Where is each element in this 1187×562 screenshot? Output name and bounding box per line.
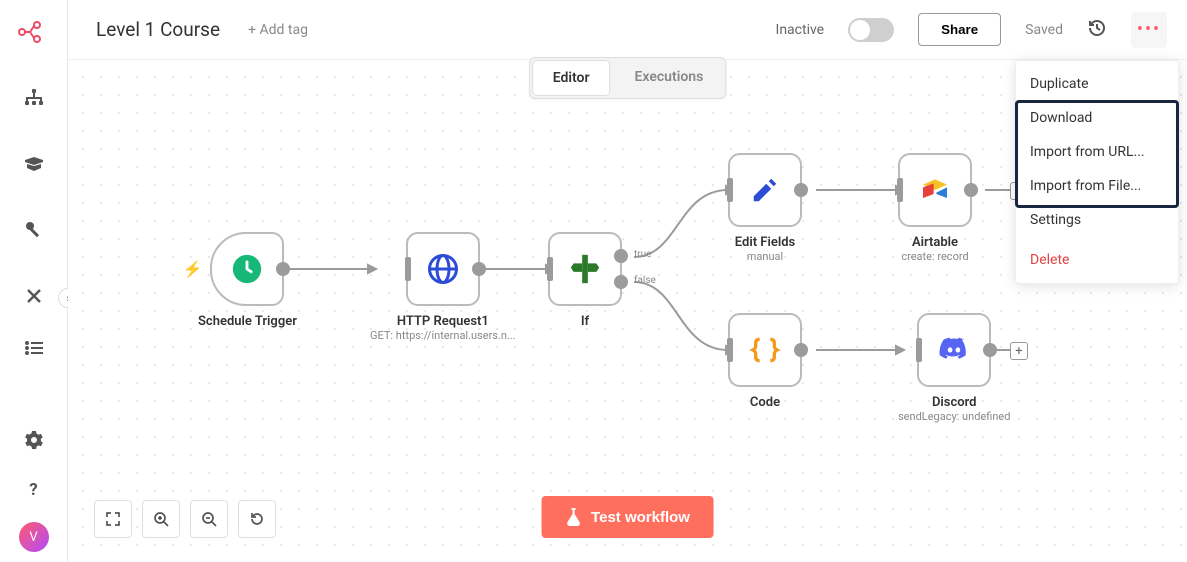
pencil-icon [750,175,780,205]
tab-editor[interactable]: Editor [532,60,611,96]
node-label: Schedule Trigger [198,314,297,329]
test-workflow-label: Test workflow [591,509,690,526]
if-true-label: true [634,249,651,260]
node-code[interactable]: Code [728,313,802,410]
templates-icon[interactable] [16,146,52,182]
node-schedule-trigger[interactable]: ⚡ Schedule Trigger [198,232,297,329]
menu-duplicate[interactable]: Duplicate [1016,67,1178,101]
workflow-title[interactable]: Level 1 Course [96,18,220,41]
node-label: Code [750,395,780,410]
node-airtable[interactable]: Airtable create: record [898,153,972,263]
saved-status: Saved [1025,22,1063,38]
variables-icon[interactable] [16,278,52,314]
history-icon[interactable] [1087,18,1107,42]
reset-button[interactable] [238,500,276,538]
node-label: Edit Fields [735,235,795,250]
node-sublabel: create: record [901,250,968,263]
clock-icon [230,252,264,286]
zoom-out-button[interactable] [190,500,228,538]
add-node-button[interactable]: + [1010,342,1028,360]
node-label: If [581,314,589,329]
ellipsis-icon: ••• [1137,21,1161,39]
share-button[interactable]: Share [918,13,1001,46]
help-icon[interactable]: ? [16,472,52,508]
node-if[interactable]: true false If [548,232,622,329]
avatar[interactable]: V [19,522,49,552]
sidebar: › ? V [0,0,68,562]
test-workflow-button[interactable]: Test workflow [541,496,714,538]
node-sublabel: manual [747,250,783,263]
flask-icon [565,508,581,526]
active-toggle[interactable] [848,18,894,42]
menu-import-file[interactable]: Import from File... [1016,169,1178,203]
node-sublabel: sendLegacy: undefined [898,410,1010,423]
bolt-icon: ⚡ [182,260,202,279]
if-false-label: false [634,275,656,286]
menu-download[interactable]: Download [1016,101,1178,135]
node-label: HTTP Request1 [397,314,489,329]
active-label: Inactive [776,22,825,38]
fit-view-button[interactable] [94,500,132,538]
menu-delete[interactable]: Delete [1016,243,1178,277]
more-menu-dropdown: Duplicate Download Import from URL... Im… [1015,60,1179,284]
braces-icon [749,334,781,366]
node-http-request[interactable]: HTTP Request1 GET: https://internal.user… [370,232,516,342]
menu-import-url[interactable]: Import from URL... [1016,135,1178,169]
node-label: Discord [932,395,977,410]
node-discord[interactable]: Discord sendLegacy: undefined [898,313,1010,423]
node-sublabel: GET: https://internal.users.n... [370,329,516,342]
canvas-toolbar [94,500,276,538]
workflows-icon[interactable] [16,80,52,116]
node-label: Airtable [912,235,958,250]
tab-executions[interactable]: Executions [615,60,724,96]
node-edit-fields[interactable]: Edit Fields manual [728,153,802,263]
zoom-in-button[interactable] [142,500,180,538]
airtable-icon [919,174,951,206]
logo[interactable] [16,14,52,50]
globe-icon [425,251,461,287]
menu-settings[interactable]: Settings [1016,203,1178,237]
branch-icon [568,252,602,286]
credentials-icon[interactable] [16,212,52,248]
executions-sidebar-icon[interactable] [16,330,52,366]
header: Level 1 Course + Add tag Inactive Share … [68,0,1187,60]
more-menu-button[interactable]: ••• [1131,12,1167,48]
discord-icon [938,337,970,363]
add-tag-button[interactable]: + Add tag [248,22,308,38]
mode-tabs: Editor Executions [529,57,727,99]
settings-sidebar-icon[interactable] [16,422,52,458]
